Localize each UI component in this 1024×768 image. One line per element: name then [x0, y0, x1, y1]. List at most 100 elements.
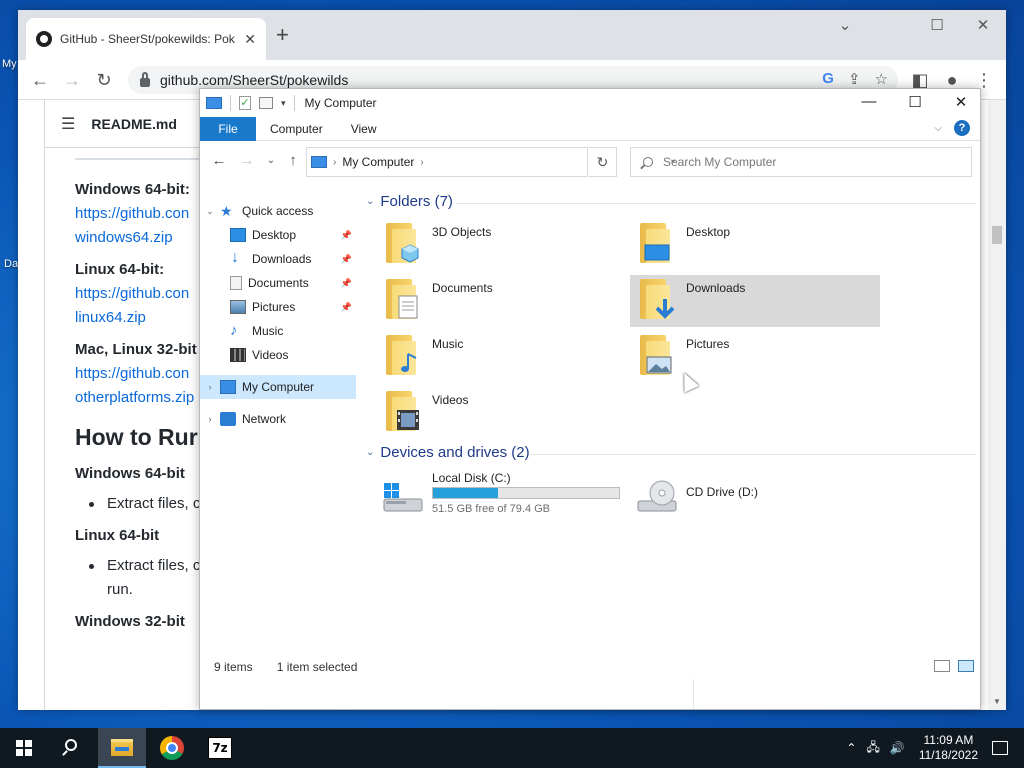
address-text[interactable]: My Computer — [342, 155, 414, 169]
new-tab-button[interactable]: + — [276, 24, 289, 46]
computer-icon — [311, 156, 327, 168]
folder-tile-documents[interactable]: Documents — [376, 275, 626, 327]
item-count: 9 items — [214, 660, 253, 674]
bookmark-star-icon[interactable]: ☆ — [875, 70, 888, 88]
tab-computer[interactable]: Computer — [256, 117, 337, 141]
taskbar-chrome[interactable] — [148, 728, 196, 768]
restore-icon[interactable]: ☐ — [922, 16, 952, 34]
folder-tile-3d-objects[interactable]: 3D Objects — [376, 219, 626, 271]
scrollbar-thumb[interactable] — [992, 226, 1002, 244]
selection-count: 1 item selected — [276, 660, 358, 674]
chevron-right-icon[interactable]: › — [420, 157, 423, 168]
pin-icon[interactable]: 📌 — [341, 302, 352, 313]
folder-tile-pictures[interactable]: Pictures — [630, 331, 880, 383]
folder-tile-videos[interactable]: Videos — [376, 387, 626, 439]
desktop-icon-label[interactable]: My — [2, 58, 17, 70]
nav-label: Videos — [252, 348, 289, 362]
folder-tile-desktop[interactable]: Desktop — [630, 219, 880, 271]
folder-music-icon — [386, 335, 418, 375]
taskbar-search-button[interactable] — [48, 728, 96, 768]
clock[interactable]: 11:09 AM 11/18/2022 — [919, 733, 978, 763]
nav-label: Documents — [248, 276, 309, 290]
page-scrollbar[interactable]: ▼ — [988, 100, 1006, 710]
reload-icon[interactable]: ↻ — [92, 69, 116, 91]
large-icons-view-icon[interactable] — [958, 660, 974, 672]
readme-page: ☰ README.md Windows 64-bit: https://githu… — [44, 100, 224, 710]
share-icon[interactable]: ⇪ — [848, 70, 861, 88]
show-hidden-icons-icon[interactable]: ⌃ — [846, 741, 856, 755]
maximize-icon[interactable]: ☐ — [892, 93, 938, 111]
recent-locations-icon[interactable]: ⌄ — [260, 155, 282, 166]
back-icon[interactable]: ← — [28, 69, 52, 91]
address-url[interactable]: github.com/SheerSt/pokewilds — [160, 72, 348, 88]
browser-tab-title: GitHub - SheerSt/pokewilds: Pok — [60, 32, 235, 46]
browser-tab[interactable]: GitHub - SheerSt/pokewilds: Pok ✕ — [26, 18, 266, 60]
chevron-down-icon[interactable]: ⌄ — [200, 206, 220, 217]
chevron-down-icon[interactable]: ⌄ — [366, 447, 374, 458]
chevron-down-icon[interactable]: ⌄ — [366, 196, 374, 207]
drive-free-space: 51.5 GB free of 79.4 GB — [432, 503, 551, 515]
minimize-icon[interactable]: — — [846, 93, 892, 110]
drive-usage-bar — [432, 487, 620, 499]
taskbar-7zip[interactable]: 7z — [196, 728, 244, 768]
details-view-icon[interactable] — [934, 660, 950, 672]
folder-tile-downloads[interactable]: Downloads — [630, 275, 880, 327]
drives-group-header[interactable]: ⌄ Devices and drives (2) — [366, 444, 530, 461]
nav-my-computer[interactable]: › My Computer — [200, 375, 356, 399]
nav-item-videos[interactable]: Videos — [200, 343, 356, 367]
scroll-down-icon[interactable]: ▼ — [993, 697, 1001, 706]
folder-tile-music[interactable]: Music — [376, 331, 626, 383]
chevron-right-icon[interactable]: › — [333, 157, 336, 168]
desktop-icon-label[interactable]: Da — [4, 258, 18, 270]
notifications-icon[interactable] — [992, 741, 1008, 755]
refresh-button[interactable]: ↻ — [589, 147, 617, 177]
nav-label: Quick access — [242, 204, 314, 218]
nav-quick-access[interactable]: ⌄ ★ Quick access — [200, 199, 356, 223]
folders-group-header[interactable]: ⌄ Folders (7) — [366, 193, 453, 210]
chevron-right-icon[interactable]: › — [200, 382, 220, 392]
search-placeholder: Search My Computer — [663, 155, 777, 169]
nav-label: Network — [242, 412, 287, 426]
network-icon[interactable]: 🖧 — [866, 738, 879, 759]
tab-close-icon[interactable]: ✕ — [244, 31, 256, 48]
taskbar-file-explorer[interactable] — [98, 728, 146, 768]
up-icon[interactable]: ↑ — [282, 152, 304, 169]
pin-icon[interactable]: 📌 — [341, 278, 352, 289]
folder-label: Desktop — [686, 225, 731, 239]
nav-network[interactable]: › Network — [200, 407, 356, 431]
new-folder-icon[interactable] — [259, 97, 273, 109]
pin-icon[interactable]: 📌 — [341, 254, 352, 265]
group-title: Devices and drives (2) — [380, 444, 530, 461]
address-bar[interactable]: › My Computer › ⌄ — [306, 147, 677, 177]
expand-ribbon-icon[interactable]: ⌵ — [934, 123, 942, 134]
nav-item-music[interactable]: ♪ Music — [200, 319, 356, 343]
tab-search-icon[interactable]: ⌄ — [830, 16, 860, 34]
tab-file[interactable]: File — [200, 116, 256, 141]
forward-icon[interactable]: → — [236, 152, 258, 169]
volume-icon[interactable]: 🔊 — [890, 741, 905, 755]
nav-item-downloads[interactable]: Downloads 📌 — [200, 247, 356, 271]
drive-tile-c[interactable]: Local Disk (C:) 51.5 GB free of 79.4 GB — [376, 471, 626, 523]
lock-icon — [140, 71, 150, 87]
folder-label: Pictures — [686, 337, 730, 351]
google-icon[interactable]: G — [822, 70, 834, 88]
close-icon[interactable]: ✕ — [938, 93, 984, 111]
tab-view[interactable]: View — [337, 117, 391, 141]
nav-item-documents[interactable]: Documents 📌 — [200, 271, 356, 295]
search-input[interactable]: Search My Computer — [630, 147, 972, 177]
folder-pictures-icon — [640, 335, 672, 375]
outline-icon[interactable]: ☰ — [61, 114, 75, 134]
drive-tile-d[interactable]: CD Drive (D:) — [630, 471, 880, 523]
nav-item-desktop[interactable]: Desktop 📌 — [200, 223, 356, 247]
start-button[interactable] — [0, 728, 48, 768]
back-icon[interactable]: ← — [208, 152, 230, 169]
pin-icon[interactable]: 📌 — [341, 230, 352, 241]
close-icon[interactable]: ✕ — [968, 16, 998, 34]
customize-toolbar-icon[interactable]: ▾ — [281, 98, 286, 109]
chevron-right-icon[interactable]: › — [200, 414, 220, 424]
folder-desktop-icon — [640, 223, 672, 263]
properties-icon[interactable]: ✓ — [239, 96, 251, 110]
nav-item-pictures[interactable]: Pictures 📌 — [200, 295, 356, 319]
help-icon[interactable]: ? — [954, 120, 970, 136]
forward-icon[interactable]: → — [60, 69, 84, 91]
